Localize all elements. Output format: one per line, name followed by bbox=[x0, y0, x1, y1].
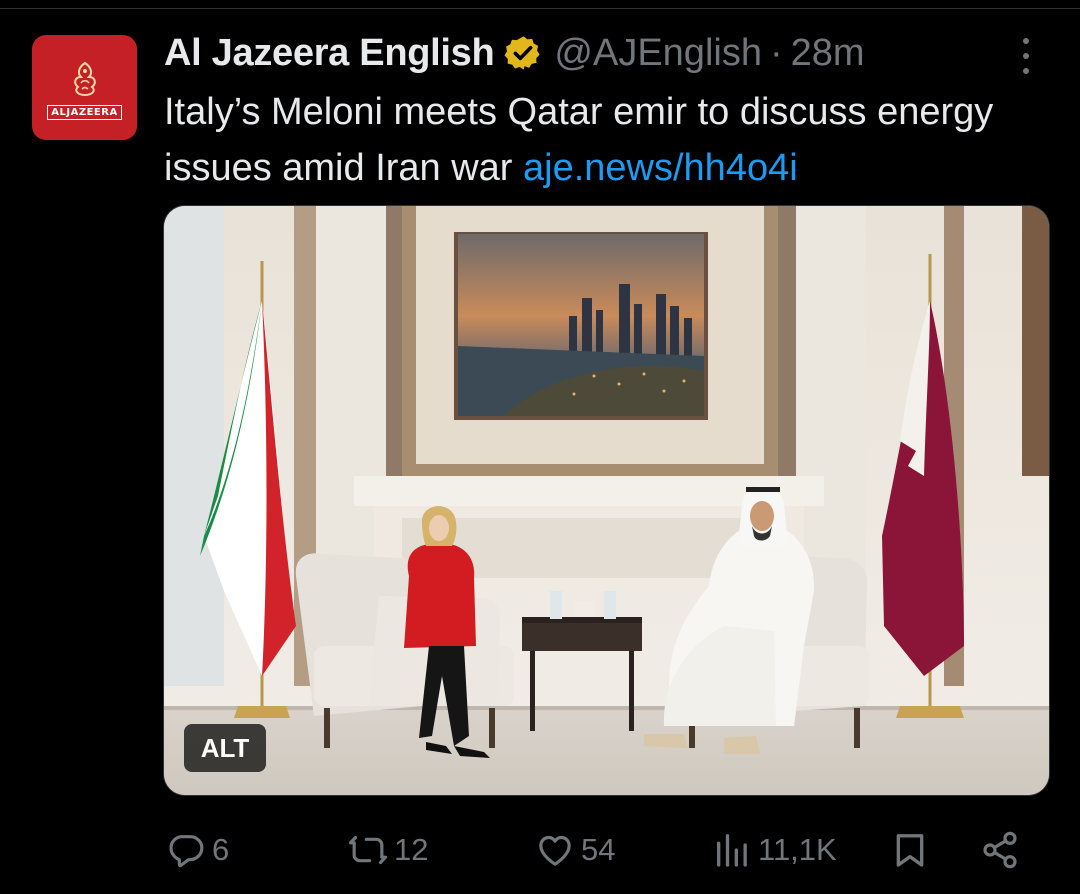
verified-badge-icon bbox=[504, 36, 541, 70]
avatar[interactable]: ALJAZEERA bbox=[32, 35, 137, 140]
reply-button[interactable]: 6 bbox=[166, 822, 229, 878]
reply-bubble-icon bbox=[169, 835, 204, 868]
repost-count: 12 bbox=[394, 832, 429, 867]
action-bar: 6 12 54 11,1K bbox=[0, 822, 1080, 878]
tweet[interactable]: ALJAZEERA Al Jazeera English @AJEnglish … bbox=[0, 0, 1080, 894]
photo-meeting-scene bbox=[164, 206, 1049, 795]
tweet-header: Al Jazeera English @AJEnglish · 28m bbox=[164, 28, 865, 78]
tweet-link[interactable]: aje.news/hh4o4i bbox=[523, 147, 798, 189]
share-icon bbox=[983, 831, 1017, 869]
heart-icon bbox=[539, 835, 571, 866]
like-button[interactable]: 54 bbox=[535, 822, 615, 878]
separator-dot: · bbox=[769, 31, 783, 74]
account-handle[interactable]: @AJEnglish bbox=[554, 32, 762, 75]
aljazeera-logo-icon bbox=[73, 61, 96, 97]
views-button[interactable]: 11,1K bbox=[712, 822, 837, 878]
tweet-text: Italy’s Meloni meets Qatar emir to discu… bbox=[164, 84, 1054, 196]
tweet-photo[interactable] bbox=[163, 205, 1050, 796]
bookmark-icon bbox=[896, 834, 924, 867]
alt-text-badge[interactable]: ALT bbox=[184, 724, 266, 772]
like-count: 54 bbox=[581, 832, 616, 867]
views-bar-chart-icon bbox=[717, 834, 747, 867]
more-vertical-icon[interactable] bbox=[1012, 38, 1040, 74]
views-count: 11,1K bbox=[758, 832, 837, 867]
reply-count: 6 bbox=[212, 832, 230, 867]
tweet-timestamp[interactable]: 28m bbox=[791, 32, 865, 75]
avatar-label: ALJAZEERA bbox=[47, 105, 122, 120]
bookmark-button[interactable] bbox=[890, 822, 936, 878]
repost-button[interactable]: 12 bbox=[348, 822, 428, 878]
repost-arrows-icon bbox=[348, 835, 388, 865]
account-name[interactable]: Al Jazeera English bbox=[164, 32, 495, 75]
share-button[interactable] bbox=[980, 822, 1026, 878]
